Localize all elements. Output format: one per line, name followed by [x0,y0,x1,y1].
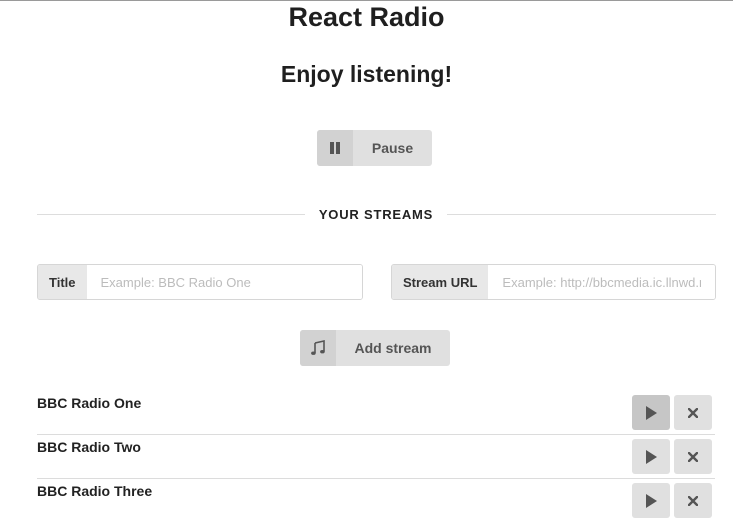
add-stream-button[interactable]: Add stream [300,330,450,366]
play-button[interactable] [632,439,670,474]
close-icon [688,407,698,418]
stream-list: BBC Radio One BBC Radio Two BBC Radio Th… [37,391,715,522]
stream-name: BBC Radio One [37,395,142,411]
stream-url-input[interactable] [488,265,715,299]
remove-button[interactable] [674,395,712,430]
stream-row: BBC Radio Two [37,435,715,479]
title-input[interactable] [86,265,362,299]
stream-row: BBC Radio Three [37,479,715,522]
play-button[interactable] [632,395,670,430]
remove-button[interactable] [674,483,712,518]
pause-button-label: Pause [371,140,414,156]
app-title: React Radio [288,2,445,32]
play-icon [646,449,657,464]
play-icon [646,405,657,420]
divider-left [37,214,305,215]
title-field: Title [37,264,363,300]
music-note-icon [300,330,336,366]
divider-right [447,214,716,215]
title-field-label: Title [38,265,87,299]
stream-name: BBC Radio Three [37,483,153,499]
remove-button[interactable] [674,439,712,474]
add-stream-label: Add stream [354,340,432,356]
stream-row: BBC Radio One [37,391,715,435]
streams-section-header: YOUR STREAMS [318,207,434,222]
close-icon [688,451,698,462]
stream-url-field: Stream URL [391,264,716,300]
pause-button[interactable]: Pause [317,130,432,166]
stream-url-field-label: Stream URL [392,265,489,299]
stream-name: BBC Radio Two [37,439,141,455]
pause-icon [317,130,353,166]
play-icon [646,493,657,508]
play-button[interactable] [632,483,670,518]
close-icon [688,495,698,506]
subtitle: Enjoy listening! [280,61,453,87]
